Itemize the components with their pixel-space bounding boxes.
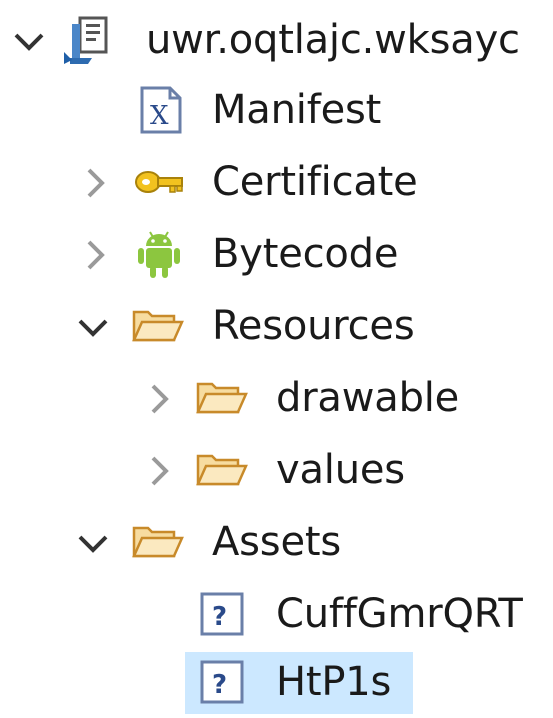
tree-node-resources[interactable]: Resources	[0, 290, 553, 362]
svg-text:X: X	[150, 101, 169, 131]
svg-text:?: ?	[212, 670, 227, 700]
tree-node-label: values	[276, 447, 405, 493]
folder-open-icon	[196, 382, 248, 414]
chevron-down-icon[interactable]	[12, 24, 46, 58]
chevron-right-icon[interactable]	[78, 166, 112, 200]
tree-node-label: uwr.oqtlajc.wksayc	[146, 17, 520, 63]
tree-node-cuffgmrqrt[interactable]: ? CuffGmrQRT	[0, 578, 553, 650]
chevron-right-icon[interactable]	[142, 454, 176, 488]
unknown-file-icon: ?	[200, 660, 244, 704]
key-icon	[135, 171, 183, 193]
tree-node-label: Assets	[212, 519, 341, 565]
chevron-down-icon[interactable]	[76, 310, 110, 344]
tree-node-label: drawable	[276, 375, 460, 421]
tree-node-root[interactable]: uwr.oqtlajc.wksayc	[0, 4, 553, 76]
chevron-right-icon[interactable]	[78, 238, 112, 272]
android-icon	[138, 231, 180, 278]
folder-open-icon	[132, 526, 184, 558]
chevron-right-icon[interactable]	[142, 382, 176, 416]
tree-node-manifest[interactable]: X Manifest	[0, 74, 553, 146]
apk-project-icon	[64, 16, 108, 64]
tree-node-label: Resources	[212, 303, 415, 349]
chevron-down-icon[interactable]	[76, 526, 110, 560]
folder-open-icon	[196, 454, 248, 486]
tree-node-label: Manifest	[212, 87, 382, 133]
tree-node-assets[interactable]: Assets	[0, 506, 553, 578]
tree-node-htp1s[interactable]: ? HtP1s	[0, 646, 553, 718]
tree-node-drawable[interactable]: drawable	[0, 362, 553, 434]
tree-node-label: CuffGmrQRT	[276, 591, 523, 637]
project-tree: uwr.oqtlajc.wksayc X Manifest Certificat…	[0, 0, 553, 715]
svg-text:?: ?	[212, 602, 227, 632]
unknown-file-icon: ?	[200, 592, 244, 636]
tree-node-certificate[interactable]: Certificate	[0, 146, 553, 218]
tree-node-values[interactable]: values	[0, 434, 553, 506]
tree-node-label: Bytecode	[212, 231, 399, 277]
tree-node-bytecode[interactable]: Bytecode	[0, 218, 553, 290]
tree-node-label: Certificate	[212, 159, 418, 205]
folder-open-icon	[132, 310, 184, 342]
tree-node-label: HtP1s	[276, 659, 392, 705]
xml-file-icon: X	[140, 86, 182, 134]
